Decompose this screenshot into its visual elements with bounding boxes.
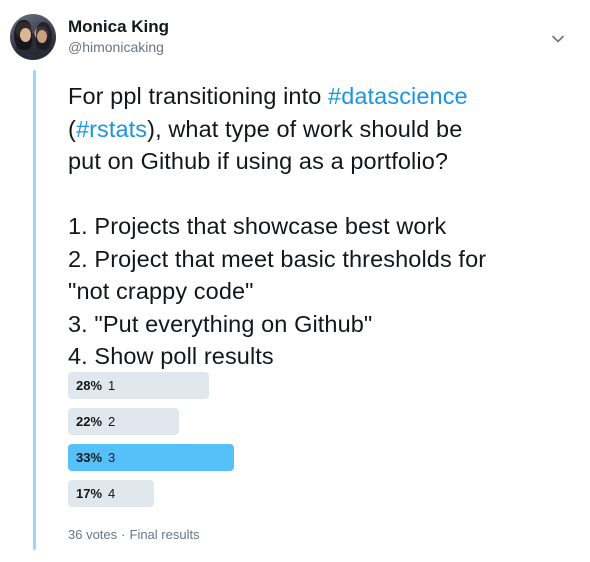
author-name[interactable]: Monica King: [68, 17, 169, 37]
poll-option: 28% 1: [68, 372, 488, 399]
tweet-text-segment: (: [68, 115, 76, 142]
tweet-line-3: put on Github if using as a portfolio?: [68, 148, 449, 174]
tweet-option-line: 2. Project that meet basic thresholds fo…: [68, 245, 487, 272]
chevron-down-icon[interactable]: [551, 32, 565, 46]
thread-line: [33, 70, 36, 550]
poll-status: Final results: [129, 527, 200, 542]
poll-option: 22% 2: [68, 408, 488, 435]
poll-separator: ·: [121, 527, 126, 542]
tweet-line-2: (#rstats), what type of work should be: [68, 113, 568, 146]
poll-option-text: 22% 2: [76, 408, 115, 435]
avatar-face-left: [20, 28, 31, 42]
author-handle[interactable]: @himonicaking: [68, 39, 164, 55]
poll-percent: 22%: [76, 414, 103, 429]
poll-votes: 36 votes: [68, 527, 118, 542]
tweet-option-line: 3. "Put everything on Github": [68, 310, 373, 337]
tweet-option-line: 4. Show poll results: [68, 343, 274, 369]
tweet-text-segment: ), what type of work should be: [147, 115, 463, 142]
tweet: Monica King @himonicaking For ppl transi…: [0, 0, 590, 562]
poll-option-label: 1: [108, 378, 116, 393]
poll-option-label: 4: [108, 486, 116, 501]
poll-option: 33% 3: [68, 444, 488, 471]
poll-option: 17% 4: [68, 480, 488, 507]
poll-meta: 36 votes · Final results: [68, 527, 200, 542]
poll-option-text: 17% 4: [76, 480, 115, 507]
avatar-face-right: [37, 30, 47, 43]
poll-percent: 33%: [76, 450, 103, 465]
hashtag-rstats[interactable]: #rstats: [76, 116, 147, 142]
tweet-text-segment: For ppl transitioning into: [68, 83, 329, 109]
tweet-line-1: For ppl transitioning into #datascience: [68, 80, 568, 113]
poll-percent: 17%: [76, 486, 103, 501]
poll-option-label: 2: [108, 414, 116, 429]
hashtag-datascience[interactable]: #datascience: [328, 83, 468, 109]
poll-percent: 28%: [76, 378, 103, 393]
poll-option-text: 28% 1: [76, 372, 115, 399]
tweet-text: For ppl transitioning into #datascience …: [68, 80, 568, 373]
avatar[interactable]: [10, 14, 56, 60]
tweet-option-line: 1. Projects that showcase best work: [68, 213, 447, 239]
poll-option-text: 33% 3: [76, 444, 115, 471]
poll: 28% 1 22% 2 33% 3 17% 4: [68, 372, 488, 516]
poll-option-label: 3: [108, 450, 116, 465]
tweet-option-line: "not crappy code": [68, 278, 254, 304]
